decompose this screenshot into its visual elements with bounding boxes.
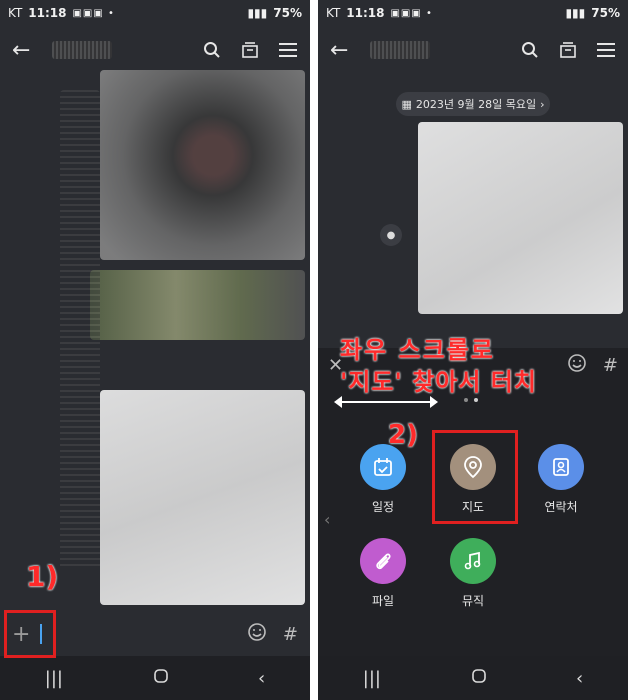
chat-screen-before: KT 11:18 ▣▣▣ • ▮▮▮ 75% ← + # ||| ‹ xyxy=(0,0,310,700)
drawer-icon[interactable] xyxy=(558,40,578,60)
page-dot-active xyxy=(474,398,478,402)
clock: 11:18 xyxy=(28,6,67,20)
emoji-icon[interactable] xyxy=(247,622,267,646)
app-bar: ← xyxy=(0,30,310,70)
page-dot xyxy=(464,398,468,402)
attach-calendar[interactable]: 일정 xyxy=(348,444,418,515)
chevron-right-icon: › xyxy=(540,97,545,111)
chat-title-blurred xyxy=(52,41,112,59)
nav-back-icon[interactable]: ‹ xyxy=(576,668,583,689)
recent-apps-icon[interactable]: ||| xyxy=(45,668,63,689)
clock: 11:18 xyxy=(346,6,385,20)
music-note-icon xyxy=(450,538,496,584)
back-arrow-icon[interactable]: ← xyxy=(12,38,42,63)
attach-contact[interactable]: 연락처 xyxy=(526,444,596,515)
status-bar: KT 11:18 ▣▣▣ • ▮▮▮ 75% xyxy=(0,0,310,26)
home-icon[interactable] xyxy=(471,668,487,689)
highlight-map-option xyxy=(432,430,518,524)
battery-level: 75% xyxy=(591,6,620,20)
step-1-label: 1) xyxy=(26,560,59,593)
blurred-noise xyxy=(60,90,100,570)
attach-label: 파일 xyxy=(371,594,395,608)
signal-icon: ▮▮▮ xyxy=(565,6,586,20)
home-icon[interactable] xyxy=(153,668,169,689)
nav-back-icon[interactable]: ‹ xyxy=(258,668,265,689)
hashtag-icon[interactable]: # xyxy=(283,624,298,645)
date-text: 2023년 9월 28일 목요일 xyxy=(415,98,537,111)
paperclip-icon xyxy=(360,538,406,584)
notification-icons: ▣▣▣ • xyxy=(390,7,433,19)
blurred-photo xyxy=(100,390,305,605)
highlight-plus-button xyxy=(4,610,56,658)
calendar-icon xyxy=(360,444,406,490)
battery-level: 75% xyxy=(273,6,302,20)
search-icon[interactable] xyxy=(520,40,540,60)
menu-icon[interactable] xyxy=(596,40,616,60)
attach-label: 일정 xyxy=(371,500,395,514)
back-arrow-icon[interactable]: ← xyxy=(330,38,360,63)
menu-icon[interactable] xyxy=(278,40,298,60)
chat-title-blurred xyxy=(370,41,430,59)
app-bar: ← xyxy=(318,30,628,70)
notification-icons: ▣▣▣ • xyxy=(72,7,115,19)
calendar-small-icon: ▦ xyxy=(401,97,412,111)
instruction-line-2: '지도' 찾아서 터치 xyxy=(340,368,537,396)
step-2-label: 2) xyxy=(388,420,418,450)
attach-music[interactable]: 뮤직 xyxy=(438,538,508,609)
contact-icon xyxy=(538,444,584,490)
blurred-photo xyxy=(100,70,305,260)
chevron-left-icon[interactable]: ‹ xyxy=(324,510,330,529)
blurred-photo xyxy=(90,270,305,340)
horizontal-scroll-arrow xyxy=(334,396,438,408)
date-divider[interactable]: ▦ 2023년 9월 28일 목요일 › xyxy=(396,92,550,116)
instruction-line-1: 좌우 스크롤로 xyxy=(340,336,495,364)
attach-file[interactable]: 파일 xyxy=(348,538,418,609)
search-icon[interactable] xyxy=(202,40,222,60)
signal-icon: ▮▮▮ xyxy=(247,6,268,20)
drawer-icon[interactable] xyxy=(240,40,260,60)
status-bar: KT 11:18 ▣▣▣ • ▮▮▮ 75% xyxy=(318,0,628,26)
chat-bubble-icon[interactable]: ● xyxy=(380,224,402,246)
system-nav-bar: ||| ‹ xyxy=(318,656,628,700)
page-indicator xyxy=(464,398,478,402)
recent-apps-icon[interactable]: ||| xyxy=(363,668,381,689)
hashtag-icon[interactable]: # xyxy=(603,355,618,376)
carrier: KT xyxy=(326,6,341,20)
emoji-icon[interactable] xyxy=(567,353,587,377)
attach-label: 연락처 xyxy=(544,500,578,514)
system-nav-bar: ||| ‹ xyxy=(0,656,310,700)
chat-messages xyxy=(0,70,310,626)
blurred-photo xyxy=(418,122,623,314)
attach-label: 뮤직 xyxy=(461,594,485,608)
carrier: KT xyxy=(8,6,23,20)
